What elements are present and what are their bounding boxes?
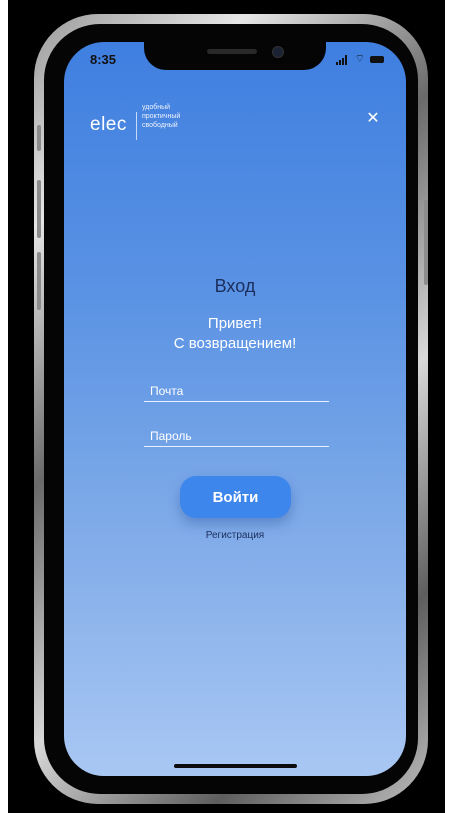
close-icon[interactable]: ✕ xyxy=(366,111,380,127)
side-button-power xyxy=(424,200,428,285)
wifi-icon: ⌔ xyxy=(354,52,365,65)
front-camera xyxy=(272,46,284,58)
notch xyxy=(144,42,326,70)
speaker-grille xyxy=(207,49,257,54)
home-indicator[interactable] xyxy=(174,764,297,768)
signal-icon xyxy=(336,55,350,65)
side-button-volume-up xyxy=(37,180,41,238)
side-button-volume-down xyxy=(37,252,41,310)
logo-tagline: удобный проктичный свободный xyxy=(142,103,180,130)
tagline-line-3: свободный xyxy=(142,122,178,129)
app-screen: 8:35 ⌔ elec удобный проктичный свободный… xyxy=(64,42,406,776)
email-field[interactable] xyxy=(144,380,329,402)
status-time: 8:35 xyxy=(90,52,117,67)
tagline-line-2: проктичный xyxy=(142,113,181,120)
greeting-line-1: Привет! xyxy=(207,315,263,332)
password-field[interactable] xyxy=(144,425,329,447)
register-link[interactable]: Регистрация xyxy=(64,530,406,541)
page-title: Вход xyxy=(214,276,256,296)
side-button-mute xyxy=(37,125,41,151)
app-logo: elec xyxy=(90,114,127,135)
login-button[interactable]: Войти xyxy=(180,476,291,518)
battery-icon xyxy=(370,56,384,63)
greeting: Привет! С возвращением! xyxy=(64,314,406,354)
tagline-line-1: удобный xyxy=(142,104,171,111)
logo-divider xyxy=(136,112,137,140)
greeting-line-2: С возвращением! xyxy=(173,335,297,352)
